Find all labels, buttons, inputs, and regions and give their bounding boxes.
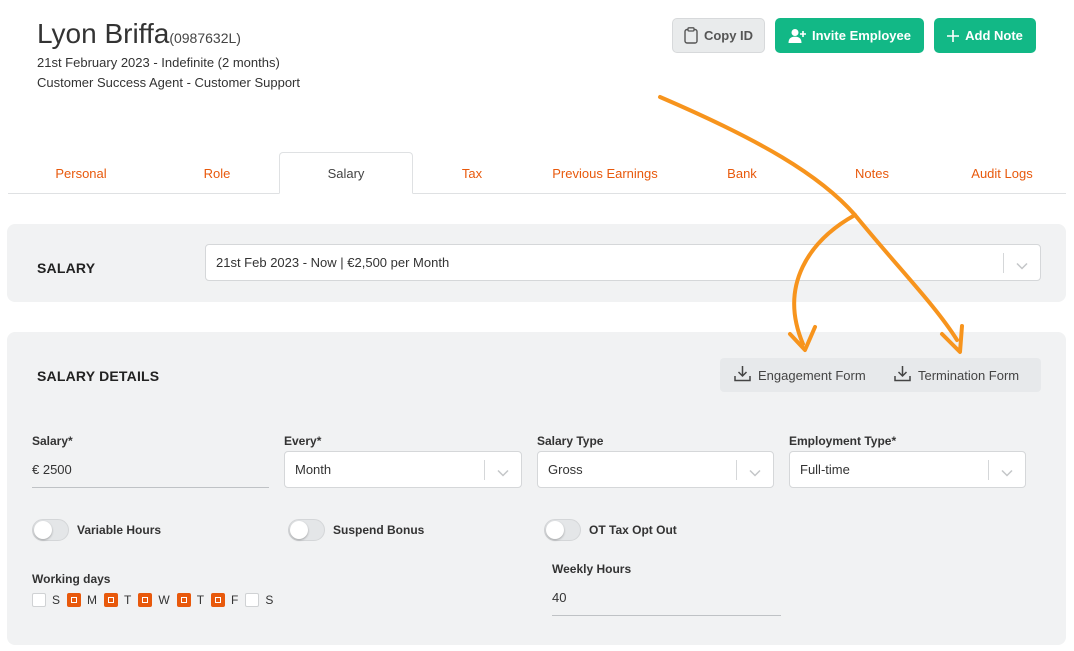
salary-period-value: 21st Feb 2023 - Now | €2,500 per Month [216,255,450,270]
employee-id: (0987632L) [169,30,241,46]
clipboard-icon [684,27,698,44]
working-days-checkboxes: S M T W T F S [32,593,280,607]
chevron-down-icon [497,465,509,480]
day-checkbox[interactable] [211,593,226,607]
day-label: T [196,593,205,607]
employment-type-label: Employment Type* [789,434,897,448]
invite-employee-button[interactable]: Invite Employee [775,18,924,53]
termination-form-label: Termination Form [918,367,1020,383]
salary-label: Salary* [32,434,73,448]
tab-role[interactable]: Role [168,152,266,194]
tab-salary[interactable]: Salary [279,152,413,194]
variable-hours-toggle-row: Variable Hours [32,519,161,541]
salary-type-value: Gross [548,462,583,477]
download-icon [894,365,911,385]
day-friday[interactable]: F [211,593,238,607]
suspend-bonus-toggle[interactable] [288,519,325,541]
employment-type-value: Full-time [800,462,850,477]
salary-details-title: SALARY DETAILS [37,368,160,384]
select-divider [1003,253,1004,273]
every-label: Every* [284,434,322,448]
tab-previous-earnings[interactable]: Previous Earnings [538,152,672,194]
day-label: S [52,593,61,607]
copy-id-button[interactable]: Copy ID [672,18,765,53]
tab-bar: Personal Role Salary Tax Previous Earnin… [8,152,1066,194]
select-divider [988,460,989,480]
every-select[interactable]: Month [284,451,522,488]
invite-employee-label: Invite Employee [812,28,911,43]
chevron-down-icon [1016,258,1028,273]
add-note-label: Add Note [965,28,1023,43]
day-checkbox[interactable] [138,593,153,607]
ot-tax-opt-out-label: OT Tax Opt Out [589,523,677,537]
day-monday[interactable]: M [67,593,97,607]
tab-bank[interactable]: Bank [693,152,791,194]
employee-name: Lyon Briffa [37,18,170,49]
termination-form-button[interactable]: Termination Form [880,358,1041,392]
day-checkbox[interactable] [104,593,119,607]
day-wednesday[interactable]: W [138,593,170,607]
suspend-bonus-toggle-row: Suspend Bonus [288,519,424,541]
ot-tax-opt-out-toggle-row: OT Tax Opt Out [544,519,677,541]
day-checkbox[interactable] [176,593,191,607]
every-value: Month [295,462,332,477]
employee-role: Customer Success Agent - Customer Suppor… [37,75,301,90]
day-saturday[interactable]: S [245,593,273,607]
day-label: S [265,593,274,607]
day-checkbox[interactable] [67,593,82,607]
engagement-form-button[interactable]: Engagement Form [720,358,880,392]
day-label: W [158,593,170,607]
chevron-down-icon [1001,465,1013,480]
salary-type-label: Salary Type [537,434,604,448]
salary-type-select[interactable]: Gross [537,451,774,488]
day-checkbox[interactable] [245,593,260,607]
day-thursday[interactable]: T [176,593,205,607]
select-divider [484,460,485,480]
day-sunday[interactable]: S [32,593,60,607]
tab-notes[interactable]: Notes [823,152,921,194]
salary-period-select[interactable]: 21st Feb 2023 - Now | €2,500 per Month [205,244,1041,281]
add-note-button[interactable]: Add Note [934,18,1036,53]
engagement-form-label: Engagement Form [758,367,866,383]
day-label: M [87,593,98,607]
copy-id-label: Copy ID [703,28,754,43]
plus-icon [947,29,960,42]
add-user-icon [788,28,806,44]
salary-details-panel: SALARY DETAILS Engagement Form Terminati… [7,332,1066,645]
tab-personal[interactable]: Personal [32,152,130,194]
working-days-label: Working days [32,572,111,586]
tab-tax[interactable]: Tax [423,152,521,194]
employee-name-heading: Lyon Briffa(0987632L) [37,18,241,50]
download-icon [734,365,751,385]
day-label: T [124,593,132,607]
chevron-down-icon [749,465,761,480]
day-tuesday[interactable]: T [104,593,131,607]
salary-input[interactable]: € 2500 [32,460,269,488]
ot-tax-opt-out-toggle[interactable] [544,519,581,541]
weekly-hours-label: Weekly Hours [552,562,632,576]
employment-type-select[interactable]: Full-time [789,451,1026,488]
salary-panel-title: SALARY [37,260,96,276]
variable-hours-toggle[interactable] [32,519,69,541]
variable-hours-label: Variable Hours [77,523,162,537]
weekly-hours-input[interactable]: 40 [552,588,781,616]
day-checkbox[interactable] [32,593,46,607]
forms-button-group: Engagement Form Termination Form [720,358,1041,392]
employment-period: 21st February 2023 - Indefinite (2 month… [37,55,280,70]
suspend-bonus-label: Suspend Bonus [333,523,425,537]
day-label: F [231,593,239,607]
tab-audit-logs[interactable]: Audit Logs [953,152,1051,194]
select-divider [736,460,737,480]
salary-panel: SALARY 21st Feb 2023 - Now | €2,500 per … [7,224,1066,302]
